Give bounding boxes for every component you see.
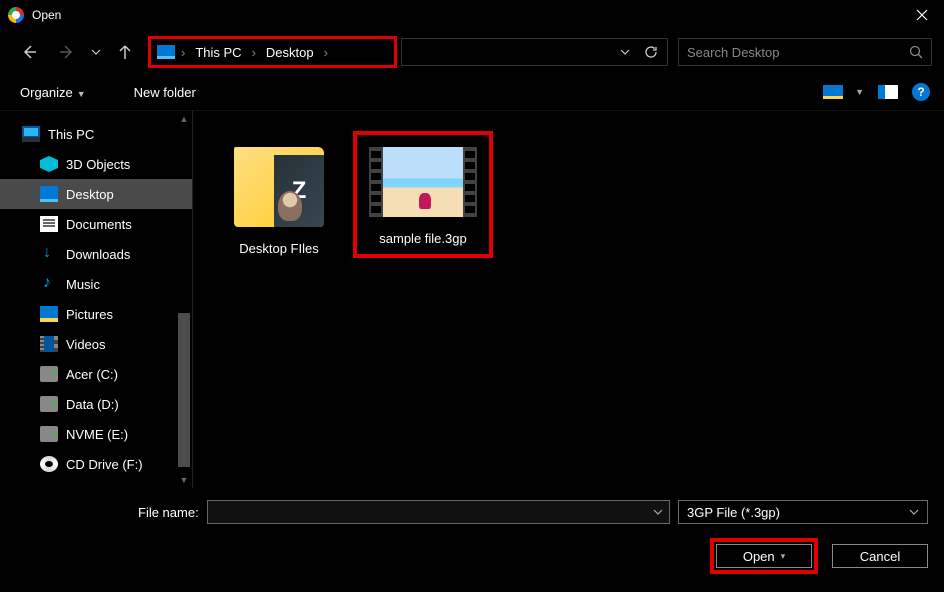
sidebar-item-label: Documents xyxy=(66,217,132,232)
search-icon xyxy=(909,45,923,59)
drive-icon xyxy=(40,366,58,382)
address-bar-tail xyxy=(401,38,668,66)
window-title: Open xyxy=(32,8,61,22)
titlebar: Open xyxy=(0,0,944,30)
sidebar-item-label: CD Drive (F:) xyxy=(66,457,143,472)
video-thumbnail xyxy=(369,147,477,217)
chevron-right-icon: › xyxy=(250,45,258,60)
sidebar-item-pictures[interactable]: Pictures xyxy=(0,299,192,329)
view-mode-button[interactable]: ▼ xyxy=(823,85,864,99)
sidebar-item-label: 3D Objects xyxy=(66,157,130,172)
3d-icon xyxy=(40,156,58,172)
sidebar-scrollbar[interactable]: ▲ ▼ xyxy=(176,111,192,488)
scroll-up-button[interactable]: ▲ xyxy=(176,111,192,127)
up-button[interactable] xyxy=(108,37,142,67)
downloads-icon xyxy=(40,246,58,262)
videos-icon xyxy=(40,336,58,352)
pane-icon xyxy=(878,85,898,99)
new-folder-button[interactable]: New folder xyxy=(128,81,202,104)
scroll-track[interactable] xyxy=(176,127,192,472)
organize-label: Organize xyxy=(20,85,73,100)
breadcrumb-desktop[interactable]: Desktop xyxy=(262,45,318,60)
drive-icon xyxy=(40,426,58,442)
chevron-down-icon: ▾ xyxy=(781,551,786,562)
dialog-footer: File name: 3GP File (*.3gp) Open ▾ Cance… xyxy=(0,488,944,586)
open-button[interactable]: Open ▾ xyxy=(716,544,812,568)
address-dropdown[interactable] xyxy=(613,40,637,64)
sidebar-item-documents[interactable]: Documents xyxy=(0,209,192,239)
sidebar-item-music[interactable]: Music xyxy=(0,269,192,299)
organize-menu[interactable]: Organize ▼ xyxy=(14,81,92,104)
chevron-down-icon xyxy=(909,509,919,515)
chevron-right-icon: › xyxy=(179,45,187,60)
sidebar-item-3d-objects[interactable]: 3D Objects xyxy=(0,149,192,179)
sidebar-item-label: Music xyxy=(66,277,100,292)
back-button[interactable] xyxy=(12,37,46,67)
preview-pane-button[interactable] xyxy=(878,85,898,99)
refresh-button[interactable] xyxy=(639,40,663,64)
sidebar-item-cd-drive-f-[interactable]: CD Drive (F:) xyxy=(0,449,192,479)
music-icon xyxy=(40,276,58,292)
sidebar-item-videos[interactable]: Videos xyxy=(0,329,192,359)
sidebar-item-this-pc[interactable]: This PC xyxy=(0,119,192,149)
search-placeholder: Search Desktop xyxy=(687,45,903,60)
chevron-right-icon: › xyxy=(322,45,330,60)
pictures-icon xyxy=(40,306,58,322)
toolbar: Organize ▼ New folder ▼ ? xyxy=(0,74,944,110)
sidebar-item-label: Data (D:) xyxy=(66,397,119,412)
folder-icon: Z xyxy=(234,147,324,227)
chevron-down-icon xyxy=(653,509,663,515)
sidebar-item-acer-c-[interactable]: Acer (C:) xyxy=(0,359,192,389)
sidebar-item-label: Videos xyxy=(66,337,106,352)
pc-icon xyxy=(22,126,40,142)
file-label: Desktop FIles xyxy=(239,241,318,256)
file-item-desktop-files[interactable]: Z Desktop FIles xyxy=(209,131,349,264)
location-icon xyxy=(157,45,175,59)
cd-icon xyxy=(40,456,58,472)
sidebar-item-desktop[interactable]: Desktop xyxy=(0,179,192,209)
sidebar-item-nvme-e-[interactable]: NVME (E:) xyxy=(0,419,192,449)
sidebar-item-downloads[interactable]: Downloads xyxy=(0,239,192,269)
cancel-button-wrap: Cancel xyxy=(832,538,928,574)
file-label: sample file.3gp xyxy=(379,231,466,246)
cancel-button[interactable]: Cancel xyxy=(832,544,928,568)
thumbnail-icon xyxy=(823,85,843,99)
file-list[interactable]: Z Desktop FIles sample file.3gp xyxy=(192,110,944,488)
forward-button[interactable] xyxy=(50,37,84,67)
scroll-down-button[interactable]: ▼ xyxy=(176,472,192,488)
filename-input[interactable] xyxy=(207,500,670,524)
sidebar-item-label: Pictures xyxy=(66,307,113,322)
close-button[interactable] xyxy=(899,0,944,30)
chevron-down-icon: ▼ xyxy=(77,89,86,99)
recent-dropdown[interactable] xyxy=(88,37,104,67)
sidebar-item-label: This PC xyxy=(48,127,94,142)
filetype-select[interactable]: 3GP File (*.3gp) xyxy=(678,500,928,524)
app-icon xyxy=(8,7,24,23)
filename-label: File name: xyxy=(138,505,199,520)
sidebar-item-label: Acer (C:) xyxy=(66,367,118,382)
open-label: Open xyxy=(743,549,775,564)
breadcrumb-this-pc[interactable]: This PC xyxy=(191,45,245,60)
desktop-icon xyxy=(40,186,58,202)
drive-icon xyxy=(40,396,58,412)
address-bar[interactable]: › This PC › Desktop › xyxy=(148,36,397,68)
help-button[interactable]: ? xyxy=(912,83,930,101)
nav-bar: › This PC › Desktop › Search Desktop xyxy=(0,30,944,74)
sidebar-item-label: Desktop xyxy=(66,187,114,202)
sidebar: This PC 3D Objects Desktop Documents Downloa… xyxy=(0,110,192,488)
sidebar-item-label: Downloads xyxy=(66,247,130,262)
docs-icon xyxy=(40,216,58,232)
search-input[interactable]: Search Desktop xyxy=(678,38,932,66)
scroll-thumb[interactable] xyxy=(178,313,190,467)
sidebar-item-data-d-[interactable]: Data (D:) xyxy=(0,389,192,419)
open-button-highlight: Open ▾ xyxy=(710,538,818,574)
filetype-value: 3GP File (*.3gp) xyxy=(687,505,780,520)
file-item-sample-file-3gp[interactable]: sample file.3gp xyxy=(353,131,493,258)
sidebar-item-label: NVME (E:) xyxy=(66,427,128,442)
chevron-down-icon: ▼ xyxy=(855,87,864,97)
